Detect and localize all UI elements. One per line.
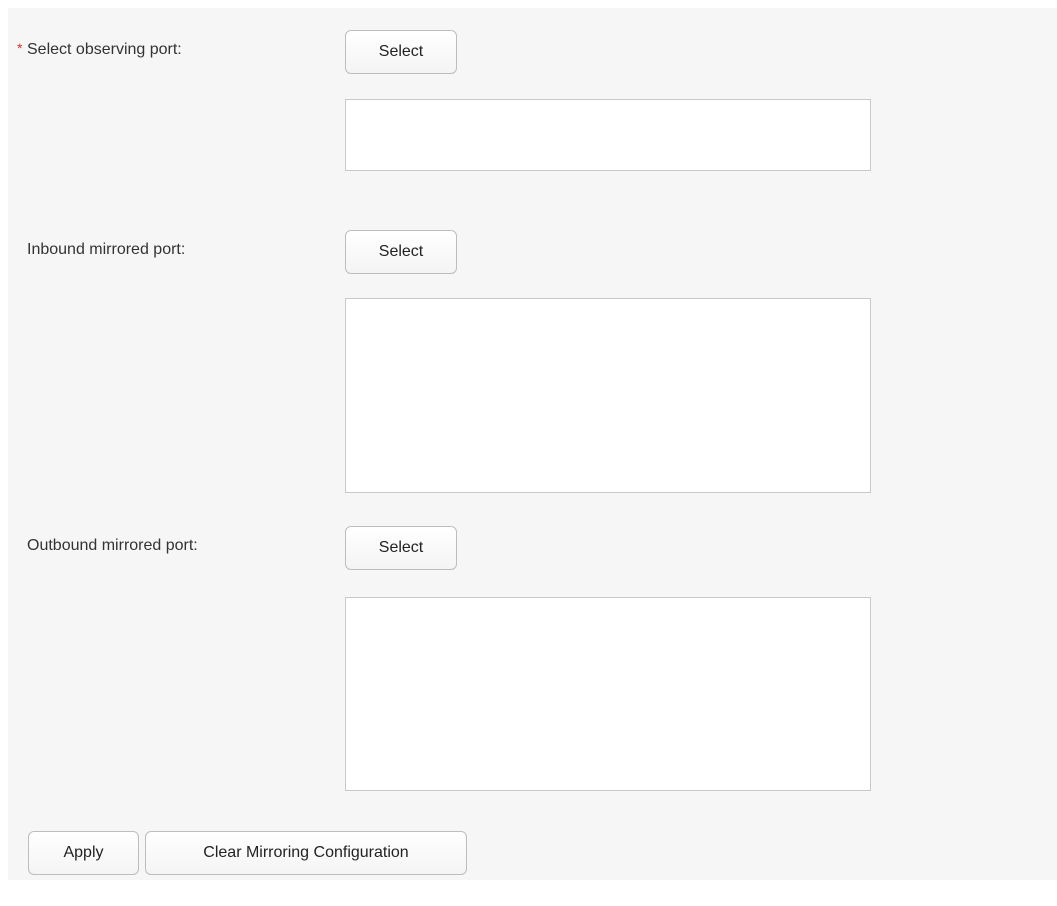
select-observing-port-button[interactable]: Select [345, 30, 457, 74]
inbound-port-label: Inbound mirrored port: [27, 241, 186, 258]
apply-button[interactable]: Apply [28, 831, 139, 875]
observing-port-list[interactable] [345, 99, 871, 171]
outbound-port-list[interactable] [345, 597, 871, 791]
clear-mirroring-configuration-button[interactable]: Clear Mirroring Configuration [145, 831, 467, 875]
inbound-port-list[interactable] [345, 298, 871, 493]
select-outbound-port-button[interactable]: Select [345, 526, 457, 570]
outbound-port-label: Outbound mirrored port: [27, 537, 198, 554]
required-marker: * [17, 40, 23, 56]
observing-port-label: Select observing port: [27, 41, 182, 58]
select-inbound-port-button[interactable]: Select [345, 230, 457, 274]
